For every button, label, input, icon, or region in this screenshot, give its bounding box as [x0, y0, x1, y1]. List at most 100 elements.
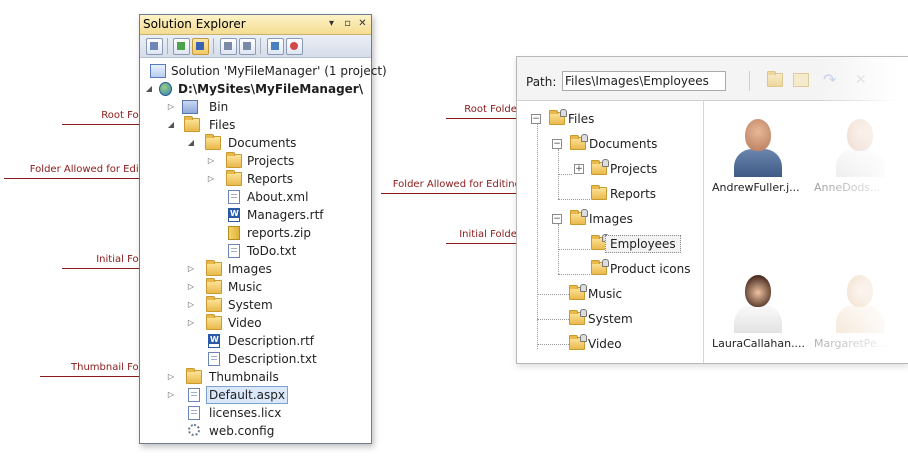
refresh-icon[interactable]: [173, 38, 190, 55]
folder-icon: [206, 278, 222, 294]
view-code-icon[interactable]: [220, 38, 237, 55]
collapse-arrow-icon[interactable]: ◢: [186, 134, 196, 152]
show-all-files-icon[interactable]: [192, 38, 209, 55]
expand-arrow-icon[interactable]: ▷: [206, 170, 216, 188]
expand-icon[interactable]: +: [574, 164, 584, 174]
collapse-arrow-icon[interactable]: ◢: [166, 116, 176, 134]
asp-config-icon[interactable]: [286, 38, 303, 55]
folder-label: Documents: [228, 136, 297, 150]
callout-line: [4, 178, 158, 179]
folder-icon: [206, 296, 222, 312]
folder-label: Thumbnails: [209, 370, 279, 384]
file-label: ToDo.txt: [247, 244, 297, 258]
tree-node-label: Projects: [610, 162, 658, 176]
xml-file-icon: [228, 190, 240, 204]
toolbar-separator: [260, 38, 261, 54]
close-icon[interactable]: ✕: [357, 18, 368, 29]
folder-label: Files: [209, 118, 236, 132]
tree-line: [537, 319, 569, 320]
callout-line: [446, 118, 521, 119]
file-label: Managers.rtf: [247, 208, 324, 222]
file-label: reports.zip: [247, 226, 311, 240]
rename-icon[interactable]: [793, 73, 809, 87]
toolbar-separator: [213, 38, 214, 54]
tree-node-label: Video: [588, 337, 622, 351]
file-manager-control: Path: Files\Images\Employees ↷ ✕ − Files…: [516, 56, 908, 364]
word-file-icon: [208, 334, 220, 348]
expand-arrow-icon[interactable]: ▷: [166, 386, 176, 404]
locked-folder-icon: [569, 284, 587, 300]
employee-photo: [732, 113, 784, 177]
view-designer-icon[interactable]: [239, 38, 256, 55]
callout-label: Initial Folder: [459, 229, 521, 240]
folder-label: Projects: [247, 154, 295, 168]
path-input[interactable]: Files\Images\Employees: [562, 71, 726, 91]
collapse-arrow-icon[interactable]: ◢: [144, 80, 154, 98]
thumbnail-caption: LauraCallahan....: [712, 337, 806, 350]
employee-photo: [732, 269, 784, 333]
callout-label: Root Folder: [464, 104, 521, 115]
tree-node-label: Music: [588, 287, 623, 301]
expand-arrow-icon[interactable]: ▷: [206, 152, 216, 170]
expand-arrow-icon[interactable]: ▷: [166, 98, 176, 116]
file-label: About.xml: [247, 190, 309, 204]
collapse-icon[interactable]: −: [552, 214, 562, 224]
expand-arrow-icon[interactable]: ▷: [186, 314, 196, 332]
dropdown-arrow-icon[interactable]: ▾: [326, 18, 337, 29]
thumbnail-caption: AnneDods...: [814, 181, 881, 194]
delete-icon[interactable]: ✕: [855, 73, 871, 87]
expand-arrow-icon[interactable]: ▷: [186, 278, 196, 296]
file-label-selected: Default.aspx: [206, 386, 288, 404]
callout-editing-folder-right: Folder Allowed for Editing: [381, 179, 527, 207]
photo-body: [836, 305, 884, 333]
tree-line: [558, 274, 590, 275]
callout-line: [446, 243, 521, 244]
employee-photo: [834, 269, 886, 333]
path-label: Path:: [526, 75, 557, 89]
folder-tree: − Files − Documents + Projects Reports −…: [517, 101, 704, 363]
move-icon[interactable]: ↷: [823, 72, 839, 88]
file-label: Description.rtf: [228, 334, 315, 348]
thumbnail-item[interactable]: AndrewFuller.j...: [712, 109, 802, 199]
callout-initial-folder-right: Initial Folder: [446, 229, 527, 257]
folder-label: Video: [228, 316, 262, 330]
tree-line: [558, 174, 572, 175]
thumbnail-item[interactable]: LauraCallahan....: [712, 265, 805, 355]
folder-icon: [206, 260, 222, 276]
callout-editing-folder-left: Folder Allowed for Editing: [4, 164, 164, 192]
create-folder-icon[interactable]: [767, 71, 783, 87]
callout-line: [381, 193, 521, 194]
word-file-icon: [228, 208, 240, 222]
copy-website-icon[interactable]: [267, 38, 284, 55]
solution-explorer-window: Solution Explorer ▾ ▫ ✕ Solution 'MyFile…: [139, 14, 387, 444]
locked-folder-icon: [591, 259, 609, 275]
photo-head: [847, 119, 873, 151]
tree-line: [558, 199, 590, 200]
folder-icon: [206, 314, 222, 330]
locked-folder-icon: [570, 209, 588, 225]
properties-icon[interactable]: [146, 38, 163, 55]
folder-label: System: [228, 298, 273, 312]
solution-icon: [150, 64, 166, 78]
collapse-icon[interactable]: −: [552, 139, 562, 149]
folder-icon: [226, 170, 242, 186]
collapse-icon[interactable]: −: [531, 114, 541, 124]
expand-arrow-icon[interactable]: ▷: [186, 260, 196, 278]
locked-folder-icon: [569, 334, 587, 350]
locked-folder-icon: [549, 109, 567, 125]
website-root-label: D:\MySites\MyFileManager\: [178, 82, 364, 96]
expand-arrow-icon[interactable]: ▷: [186, 296, 196, 314]
thumbnail-item[interactable]: AnneDods...: [814, 109, 904, 199]
folder-label: Reports: [247, 172, 294, 186]
expand-arrow-icon[interactable]: ▷: [166, 368, 176, 386]
license-file-icon: [188, 406, 200, 420]
photo-head: [847, 275, 873, 307]
solution-explorer-toolbar: [140, 35, 371, 58]
locked-folder-icon: [570, 134, 588, 150]
locked-folder-icon: [591, 159, 609, 175]
photo-head: [745, 275, 771, 307]
maximize-icon[interactable]: ▫: [342, 18, 353, 29]
toolbar-separator: [167, 38, 168, 54]
solution-label: Solution 'MyFileManager' (1 project): [171, 64, 387, 78]
thumbnail-item[interactable]: MargaretPe...: [814, 265, 904, 355]
